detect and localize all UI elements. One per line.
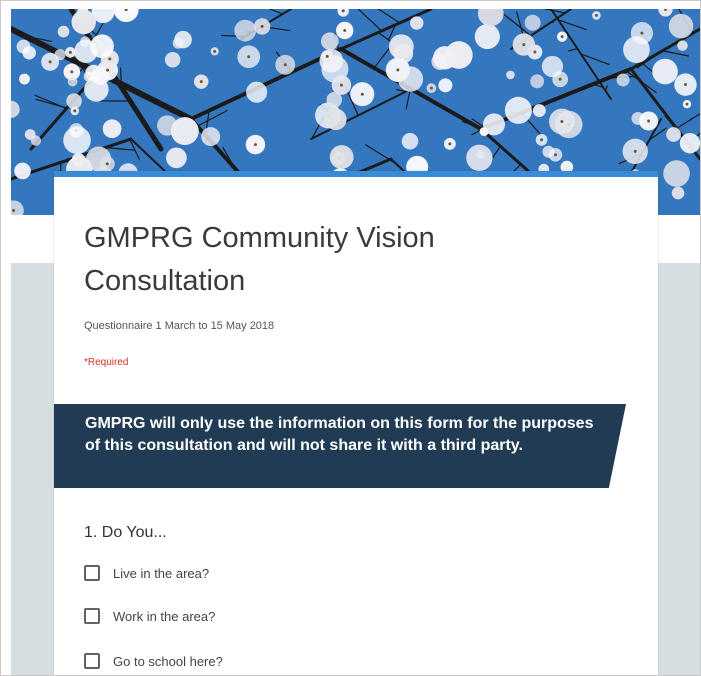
form-subtitle: Questionnaire 1 March to 15 May 2018 (84, 320, 275, 332)
option-go-to-school-here[interactable]: Go to school here? (84, 651, 223, 671)
option-work-in-area[interactable]: Work in the area? (84, 606, 215, 626)
form-title: GMPRG Community Vision Consultation (84, 222, 435, 297)
form-card: GMPRG Community Vision Consultation Ques… (54, 171, 658, 675)
left-side-panel (11, 215, 54, 675)
required-note: *Required (84, 357, 129, 368)
option-label: Live in the area? (113, 565, 210, 581)
option-label: Go to school here? (113, 653, 223, 669)
checkbox-work-in-area[interactable] (84, 608, 100, 624)
question-label: 1. Do You... (84, 524, 167, 541)
option-live-in-area[interactable]: Live in the area? (84, 563, 209, 583)
form-page: GMPRG Community Vision Consultation Ques… (0, 0, 701, 676)
privacy-notice-text: GMPRG will only use the information on t… (85, 415, 594, 454)
right-side-panel (658, 215, 700, 675)
privacy-notice-banner: GMPRG will only use the information on t… (54, 404, 626, 488)
checkbox-go-to-school-here[interactable] (84, 653, 100, 669)
option-label: Work in the area? (113, 608, 216, 624)
checkbox-live-in-area[interactable] (84, 565, 100, 581)
